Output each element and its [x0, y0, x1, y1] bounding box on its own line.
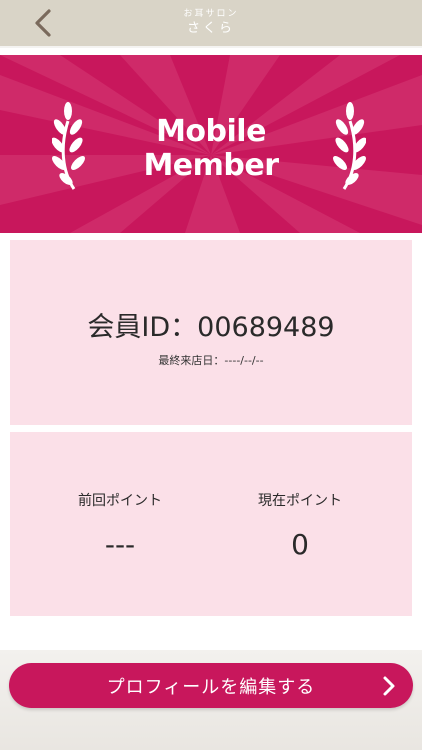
back-button[interactable]: [26, 6, 60, 40]
edit-profile-label: プロフィールを編集する: [106, 676, 316, 698]
previous-points-label: 前回ポイント: [78, 493, 162, 509]
main-content: Mobile Member 会員ID：00689489 最終来店日：----/-…: [0, 48, 422, 650]
points-card: 前回ポイント --- 現在ポイント 0: [10, 432, 412, 616]
edit-profile-button[interactable]: プロフィールを編集する: [9, 663, 413, 708]
app-header: お耳サロン さくら: [0, 0, 422, 46]
previous-points: 前回ポイント ---: [20, 492, 220, 562]
previous-points-value: ---: [104, 528, 136, 561]
salon-name: さくら: [186, 21, 235, 36]
salon-subtitle: お耳サロン: [183, 9, 239, 19]
laurel-right-icon: [333, 102, 366, 190]
current-points-value: 0: [291, 528, 309, 561]
current-points-label: 現在ポイント: [258, 493, 342, 509]
chevron-left-icon: [35, 9, 51, 37]
mobile-member-banner: Mobile Member: [0, 55, 422, 233]
member-id: 会員ID：00689489: [87, 312, 335, 343]
member-info-card: 会員ID：00689489 最終来店日：----/--/--: [10, 240, 412, 425]
chevron-right-icon: [383, 676, 395, 696]
current-points: 現在ポイント 0: [200, 492, 400, 562]
last-visit-date: 最終来店日：----/--/--: [158, 354, 264, 367]
